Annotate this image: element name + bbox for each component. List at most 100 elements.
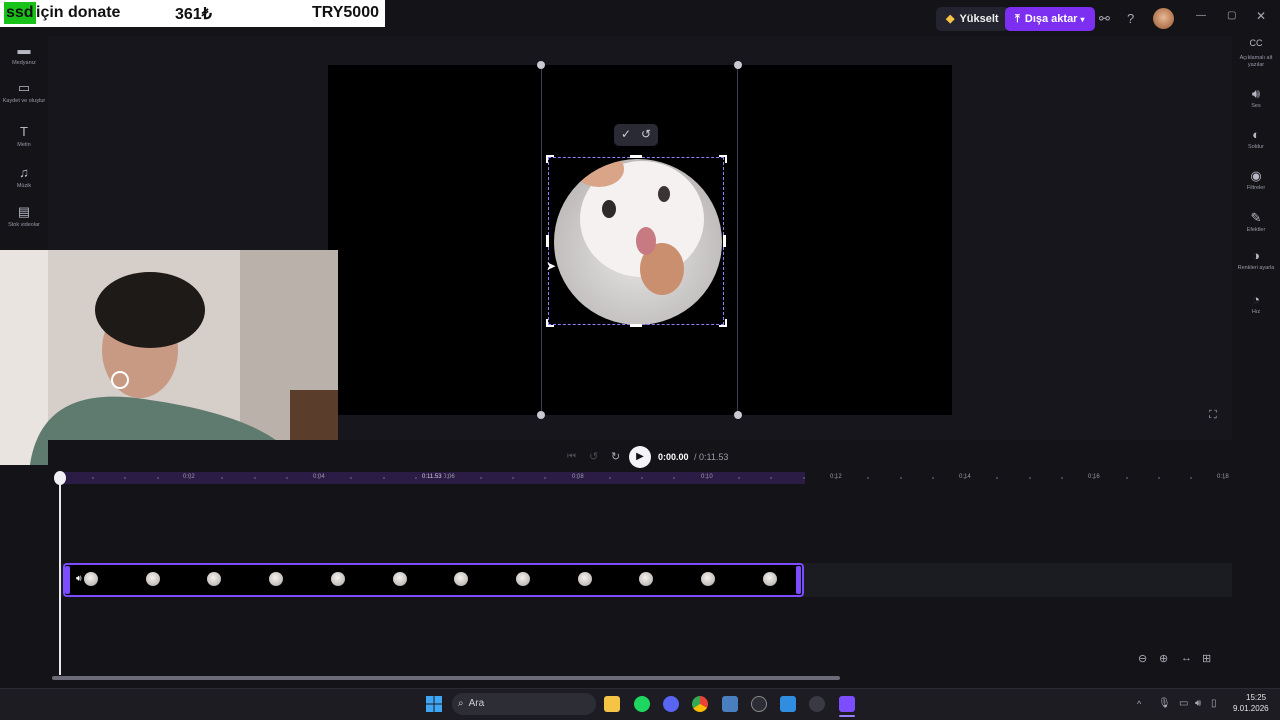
minimize-icon[interactable]: — <box>1196 10 1206 21</box>
share-link-icon[interactable]: ⚯ <box>1099 11 1110 27</box>
ruler-minor-tick <box>285 477 288 479</box>
sidebar-item-record[interactable]: ▭ Kaydet ve oluştur <box>0 80 48 105</box>
sidebar-item-music[interactable]: ♫ Müzik <box>0 165 48 190</box>
clip-thumbnail <box>269 572 284 586</box>
video-clip[interactable] <box>63 563 804 597</box>
clip-thumbnail <box>84 572 98 586</box>
sidebar-item-captions[interactable]: CC Açıklamalı alt yazılar <box>1232 38 1280 68</box>
crop-corner-handle[interactable] <box>719 155 727 163</box>
fade-icon: ◐ <box>1252 127 1260 142</box>
chevron-up-icon[interactable]: ^ <box>1137 699 1141 709</box>
rewind-5s-icon[interactable]: ↺ <box>589 450 598 463</box>
clipchamp-icon[interactable] <box>839 696 855 712</box>
playhead-knob[interactable] <box>54 471 66 485</box>
photos-icon[interactable] <box>780 696 796 712</box>
mouse-cursor-icon: ➤ <box>546 259 557 273</box>
sidebar-item-media[interactable]: ▬ Medyanız <box>0 42 48 67</box>
ruler-minor-tick <box>188 477 191 479</box>
avatar[interactable] <box>1153 8 1174 29</box>
sidebar-item-effects[interactable]: ✎ Efektler <box>1232 210 1280 234</box>
zoom-in-icon[interactable]: ⊕ <box>1159 652 1168 665</box>
resize-handle[interactable] <box>734 411 742 419</box>
ruler-minor-tick <box>1061 477 1063 479</box>
timeline-layout-icon[interactable]: ⊞ <box>1202 652 1211 665</box>
clip-thumbnail <box>515 572 530 586</box>
ruler-minor-tick <box>576 477 579 479</box>
text-icon: T <box>20 124 28 139</box>
media-player-icon[interactable] <box>809 696 825 712</box>
clip-audio-icon[interactable]: 🔊︎ <box>76 573 82 584</box>
ruler-minor-tick <box>931 477 934 479</box>
sidebar-item-stock-videos[interactable]: ▤ Stok videolar <box>0 204 48 229</box>
spotify-icon[interactable] <box>634 696 650 712</box>
help-icon[interactable]: ? <box>1127 11 1134 26</box>
webcam-overlay <box>0 250 338 465</box>
sidebar-item-speed[interactable]: ◔ Hız <box>1232 292 1280 316</box>
chrome-icon[interactable] <box>692 696 708 712</box>
close-icon[interactable]: ✕ <box>1256 9 1266 23</box>
forward-5s-icon[interactable]: ↻ <box>611 450 620 463</box>
skip-back-icon[interactable]: ⏮ <box>567 451 576 462</box>
clip-thumbnail <box>145 572 160 586</box>
gem-icon: ◆ <box>946 13 955 25</box>
clip-thumbnail <box>701 572 715 586</box>
clip-trim-handle-left[interactable] <box>65 566 70 594</box>
captions-icon: CC <box>1249 38 1263 48</box>
ruler-minor-tick <box>608 477 611 479</box>
playhead[interactable] <box>59 480 61 675</box>
sidebar-item-fade[interactable]: ◐ Soldur <box>1232 127 1280 151</box>
reset-icon[interactable]: ↺ <box>641 127 651 141</box>
ruler-minor-tick <box>1157 477 1160 479</box>
crop-edge-handle[interactable] <box>630 155 642 158</box>
sidebar-item-audio[interactable]: 🔊︎ Ses <box>1232 86 1280 110</box>
camera-icon: ▭ <box>17 80 31 95</box>
speed-icon: ◔ <box>1252 292 1260 307</box>
zoom-out-icon[interactable]: ⊖ <box>1138 652 1147 665</box>
resize-handle[interactable] <box>537 411 545 419</box>
crop-edge-handle[interactable] <box>630 324 642 327</box>
sidebar-item-color-adjust[interactable]: ◑ Renkleri ayarla <box>1232 248 1280 272</box>
ruler-minor-tick <box>156 477 159 479</box>
network-icon[interactable]: ▭ <box>1179 698 1188 709</box>
maximize-icon[interactable]: ▢ <box>1227 10 1236 21</box>
resize-handle[interactable] <box>537 61 545 69</box>
ruler-minor-tick <box>92 477 94 479</box>
settings-app-icon[interactable] <box>722 696 738 712</box>
taskbar-search[interactable]: ⌕ Ara <box>452 693 596 715</box>
fullscreen-icon[interactable]: ⛶ <box>1209 409 1217 422</box>
check-icon[interactable]: ✓ <box>621 127 631 141</box>
microphone-icon[interactable]: 🎙︎ <box>1158 698 1171 709</box>
crop-box[interactable] <box>548 157 724 325</box>
upgrade-button[interactable]: ◆ Yükselt <box>936 7 1009 31</box>
file-explorer-icon[interactable] <box>604 696 620 712</box>
ruler-minor-tick <box>511 477 514 479</box>
volume-icon[interactable]: 🔊︎ <box>1195 698 1201 709</box>
discord-icon[interactable] <box>663 696 679 712</box>
crop-corner-handle[interactable] <box>719 319 727 327</box>
play-button[interactable]: ▶ <box>629 446 651 468</box>
resize-handle[interactable] <box>734 61 742 69</box>
current-time: 0:00.00 <box>658 452 689 462</box>
crop-corner-handle[interactable] <box>546 155 554 163</box>
crop-corner-handle[interactable] <box>546 319 554 327</box>
crop-edge-handle[interactable] <box>723 235 726 247</box>
clip-trim-handle-right[interactable] <box>796 566 801 594</box>
clock-date[interactable]: 9.01.2026 <box>1233 704 1269 713</box>
battery-icon[interactable]: ▯ <box>1211 698 1217 709</box>
clock-time[interactable]: 15:25 <box>1246 693 1266 702</box>
windows-start-icon[interactable] <box>426 696 442 712</box>
ruler-minor-tick <box>479 477 482 479</box>
ruler-minor-tick <box>705 477 708 479</box>
fit-timeline-icon[interactable]: ↔ <box>1181 652 1192 664</box>
donation-tag: ssd <box>4 2 36 24</box>
ruler-minor-tick <box>802 477 805 479</box>
export-button[interactable]: ⤒ Dışa aktar ▾ <box>1005 7 1095 31</box>
sidebar-item-filters[interactable]: ◉ Filtreler <box>1232 168 1280 192</box>
search-icon: ⌕ <box>458 698 464 709</box>
crop-edge-handle[interactable] <box>546 235 549 247</box>
ruler-minor-tick <box>899 477 902 479</box>
obs-icon[interactable] <box>751 696 767 712</box>
timeline-scrollbar[interactable] <box>52 676 840 680</box>
sidebar-item-text[interactable]: T Metin <box>0 124 48 149</box>
export-icon: ⤒ <box>1015 13 1020 25</box>
